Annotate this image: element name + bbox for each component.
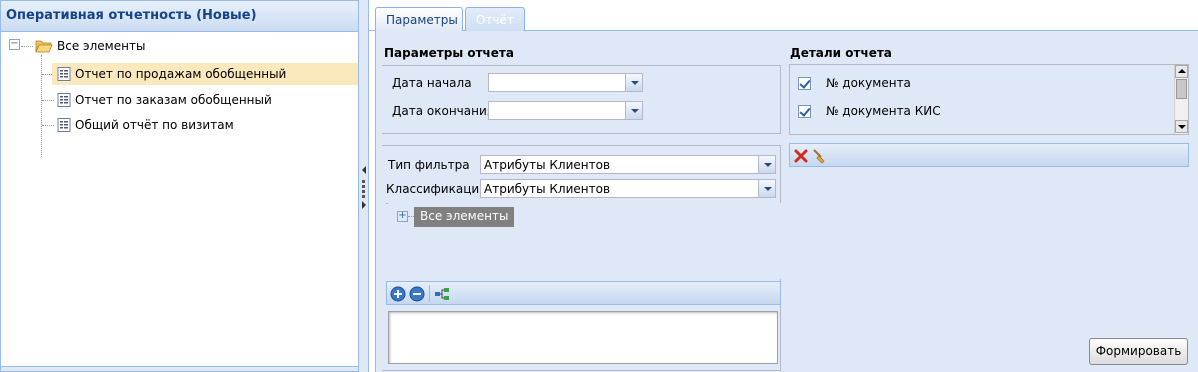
panel-title: Оперативная отчетность (Новые) <box>1 1 358 32</box>
start-date-label: Дата начала <box>392 76 472 90</box>
start-date-field[interactable] <box>488 73 643 92</box>
chevron-down-icon[interactable] <box>758 156 775 173</box>
end-date-label: Дата окончания <box>392 104 494 118</box>
clear-icon[interactable] <box>811 148 827 164</box>
folder-open-icon <box>35 40 53 53</box>
scroll-thumb[interactable] <box>1176 79 1187 99</box>
tree-item-label: Общий отчёт по визитам <box>75 118 234 132</box>
tree-root[interactable]: − Все элементы <box>1 35 358 57</box>
report-details-list: № документа № документа КИС <box>789 64 1189 135</box>
filter-type-select[interactable]: Атрибуты Клиентов <box>480 155 776 174</box>
checkbox[interactable] <box>798 105 811 118</box>
parameters-content: Параметры отчета Дата начала Дата оконча… <box>375 31 1198 372</box>
tree-root-label: Все элементы <box>57 39 146 53</box>
report-icon <box>57 67 71 81</box>
generate-report-button[interactable]: Формировать <box>1089 338 1188 365</box>
scroll-down-icon[interactable] <box>1175 120 1188 133</box>
hierarchy-icon[interactable] <box>434 286 450 302</box>
filter-values-textarea[interactable] <box>388 311 778 364</box>
detail-item-label: № документа <box>826 76 911 90</box>
report-params-title: Параметры отчета <box>384 46 514 60</box>
chevron-down-icon[interactable] <box>625 102 642 119</box>
filter-type-value: Атрибуты Клиентов <box>484 158 611 172</box>
filter-tree: + Все элементы <box>388 203 781 279</box>
filter-tree-root[interactable]: Все элементы <box>414 207 515 227</box>
report-settings-panel: Параметры Отчёт Параметры отчета Дата на… <box>369 0 1198 372</box>
classification-label: Классификация <box>386 182 487 196</box>
reports-panel: Оперативная отчетность (Новые) − Все эле… <box>0 0 359 372</box>
classification-value: Атрибуты Клиентов <box>484 182 611 196</box>
report-tree: − Все элементы Отчет по продажам обобщен… <box>1 32 358 362</box>
tree-item-label: Отчет по заказам обобщенный <box>75 93 272 107</box>
tree-item-label: Отчет по продажам обобщенный <box>75 67 287 81</box>
date-fieldset: Дата начала Дата окончания <box>382 65 781 134</box>
chevron-down-icon[interactable] <box>758 180 775 197</box>
scroll-up-icon[interactable] <box>1175 65 1188 78</box>
detail-item-label: № документа КИС <box>826 104 941 118</box>
checkbox[interactable] <box>798 77 811 90</box>
filter-toolbar <box>386 281 781 305</box>
collapse-icon[interactable]: − <box>9 39 20 50</box>
tree-item-sales-report[interactable]: Отчет по продажам обобщенный <box>52 63 358 85</box>
tab-parameters[interactable]: Параметры <box>375 7 463 32</box>
tab-strip: Параметры Отчёт <box>369 0 1198 32</box>
details-scrollbar[interactable] <box>1174 65 1188 134</box>
report-details-title: Детали отчета <box>790 46 892 60</box>
report-icon <box>57 93 71 107</box>
collapse-left-icon[interactable] <box>361 166 367 174</box>
expand-right-icon[interactable] <box>361 201 367 209</box>
chevron-down-icon[interactable] <box>625 74 642 91</box>
classification-select[interactable]: Атрибуты Клиентов <box>480 179 776 198</box>
expand-icon[interactable]: + <box>397 211 408 222</box>
remove-icon[interactable] <box>409 286 425 302</box>
tree-item-orders-report[interactable]: Отчет по заказам обобщенный <box>52 89 358 111</box>
panel-splitter[interactable] <box>359 0 369 372</box>
tree-item-visits-report[interactable]: Общий отчёт по визитам <box>52 114 358 136</box>
delete-icon[interactable] <box>793 148 809 164</box>
details-toolbar <box>789 143 1189 167</box>
tab-report[interactable]: Отчёт <box>465 7 525 31</box>
panel-resize-bar[interactable] <box>1 366 358 371</box>
filter-type-label: Тип фильтра <box>388 158 470 172</box>
add-icon[interactable] <box>390 286 406 302</box>
end-date-field[interactable] <box>488 101 643 120</box>
report-icon <box>57 118 71 132</box>
